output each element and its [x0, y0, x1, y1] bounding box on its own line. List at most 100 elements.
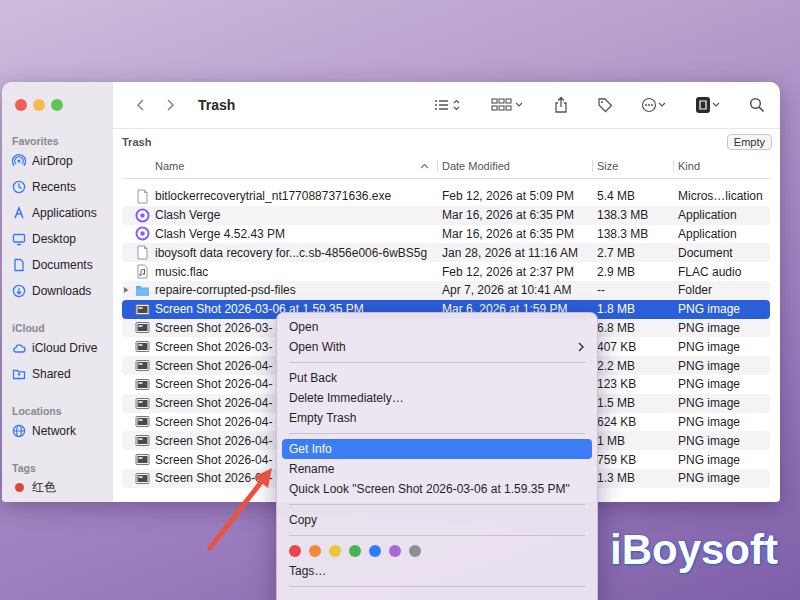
menu-item-label: Tags…	[289, 564, 326, 578]
menu-separator	[289, 504, 585, 505]
kind-cell: PNG image	[673, 302, 770, 316]
path-bar: Trash Empty	[113, 128, 780, 154]
group-view-icon[interactable]	[491, 97, 525, 113]
menu-item[interactable]: Copy	[282, 510, 592, 530]
file-size: 407 KB	[597, 340, 636, 354]
sidebar-item[interactable]: Network	[12, 418, 113, 444]
file-row[interactable]: Clash Verge Mar 16, 2026 at 6:35 PM 138.…	[122, 206, 770, 225]
image-file-icon	[135, 452, 150, 467]
menu-item-label: Open	[289, 320, 318, 334]
sidebar-item[interactable]: AirDrop	[12, 148, 113, 174]
size-cell: 6.8 MB	[592, 321, 673, 335]
window-controls	[12, 98, 113, 112]
sidebar-section-title: Locations	[12, 404, 113, 418]
sidebar-item[interactable]: Shared	[12, 361, 113, 387]
audio-file-icon	[135, 264, 150, 279]
menu-item-label: Copy	[289, 513, 317, 527]
sidebar-item[interactable]: Applications	[12, 200, 113, 226]
menu-item[interactable]: Empty Trash	[282, 408, 592, 428]
search-icon[interactable]	[749, 97, 765, 113]
kind-cell: PNG image	[673, 415, 770, 429]
sort-ascending-icon	[420, 163, 429, 169]
column-header[interactable]: Size	[592, 160, 673, 172]
size-cell: 1.3 MB	[592, 471, 673, 485]
file-name: Screen Shot 2026-03-	[155, 340, 272, 354]
size-cell: --	[592, 283, 673, 297]
file-kind: PNG image	[678, 471, 740, 485]
file-size: 759 KB	[597, 453, 636, 467]
file-kind: PNG image	[678, 359, 740, 373]
file-size: 1 MB	[597, 434, 625, 448]
list-view-icon[interactable]	[433, 97, 463, 113]
sidebar-item-label: Documents	[32, 258, 93, 272]
minimize-button[interactable]	[33, 99, 45, 111]
menu-separator	[289, 362, 585, 363]
menu-item[interactable]: Tags…	[282, 561, 592, 581]
size-cell: 759 KB	[592, 453, 673, 467]
tag-color-option[interactable]	[369, 545, 381, 557]
file-row[interactable]: repaire-corrupted-psd-files Apr 7, 2026 …	[122, 281, 770, 300]
kind-cell: PNG image	[673, 377, 770, 391]
menu-item[interactable]: Open With	[282, 337, 592, 357]
menu-item-label: Quick Look "Screen Shot 2026-03-06 at 1.…	[289, 482, 570, 496]
sidebar-item[interactable]: Desktop	[12, 226, 113, 252]
menu-item[interactable]: Get Info	[282, 439, 592, 459]
share-icon[interactable]	[553, 96, 569, 114]
date-modified: Apr 7, 2026 at 10:41 AM	[442, 283, 571, 297]
sidebar-item[interactable]: 红色	[12, 475, 113, 499]
forward-chevron-icon[interactable]	[164, 97, 176, 113]
extension-icon[interactable]	[695, 96, 721, 114]
file-name: bitlockerrecoverytrial_nt1770887371636.e…	[155, 189, 391, 203]
tag-color-option[interactable]	[289, 545, 301, 557]
sidebar-item[interactable]: iCloud Drive	[12, 335, 113, 361]
tag-color-option[interactable]	[389, 545, 401, 557]
column-header[interactable]: Name	[122, 160, 437, 172]
menu-item-label: Put Back	[289, 371, 337, 385]
file-name: Screen Shot 2026-04-	[155, 396, 272, 410]
menu-item[interactable]: Open	[282, 317, 592, 337]
tag-color-option[interactable]	[409, 545, 421, 557]
name-cell: Clash Verge	[122, 208, 437, 223]
sidebar-item[interactable]: Downloads	[12, 278, 113, 304]
zoom-button[interactable]	[51, 99, 63, 111]
sidebar-item-label: Network	[32, 424, 76, 438]
document-file-icon	[135, 245, 150, 260]
kind-cell: FLAC audio	[673, 265, 770, 279]
sidebar-item[interactable]: Recents	[12, 174, 113, 200]
column-header[interactable]: Date Modified	[437, 160, 592, 172]
column-header[interactable]: Kind	[673, 160, 770, 172]
tag-color-icon	[15, 483, 24, 492]
tag-color-option[interactable]	[329, 545, 341, 557]
sidebar-item[interactable]: Documents	[12, 252, 113, 278]
file-row[interactable]: iboysoft data recovery for...c.sb-4856e0…	[122, 243, 770, 262]
menu-item[interactable]: Rename	[282, 459, 592, 479]
empty-trash-button[interactable]: Empty	[727, 134, 772, 150]
column-header-label: Size	[597, 160, 618, 172]
back-chevron-icon[interactable]	[135, 97, 147, 113]
disclosure-triangle-icon[interactable]	[122, 286, 130, 294]
sidebar-item-label: Desktop	[32, 232, 76, 246]
kind-cell: PNG image	[673, 434, 770, 448]
tag-icon[interactable]	[597, 97, 613, 113]
tag-color-option[interactable]	[309, 545, 321, 557]
close-button[interactable]	[15, 99, 27, 111]
date-cell: Jan 28, 2026 at 11:16 AM	[437, 246, 592, 260]
file-size: 6.8 MB	[597, 321, 635, 335]
menu-item[interactable]: Put Back	[282, 368, 592, 388]
kind-cell: PNG image	[673, 340, 770, 354]
menu-item[interactable]: Delete Immediately…	[282, 388, 592, 408]
size-cell: 624 KB	[592, 415, 673, 429]
file-row[interactable]: music.flac Feb 12, 2026 at 2:37 PM 2.9 M…	[122, 262, 770, 281]
more-actions-icon[interactable]	[641, 97, 667, 113]
file-row[interactable]: bitlockerrecoverytrial_nt1770887371636.e…	[122, 187, 770, 206]
file-size: --	[597, 283, 605, 297]
menu-item[interactable]: Quick Look "Screen Shot 2026-03-06 at 1.…	[282, 479, 592, 499]
date-modified: Jan 28, 2026 at 11:16 AM	[442, 246, 578, 260]
tag-color-option[interactable]	[349, 545, 361, 557]
path-location[interactable]: Trash	[122, 136, 151, 148]
file-kind: PNG image	[678, 377, 740, 391]
kind-cell: PNG image	[673, 453, 770, 467]
sidebar-section-title: Favorites	[12, 134, 113, 148]
kind-cell: Folder	[673, 283, 770, 297]
file-row[interactable]: Clash Verge 4.52.43 PM Mar 16, 2026 at 6…	[122, 225, 770, 244]
